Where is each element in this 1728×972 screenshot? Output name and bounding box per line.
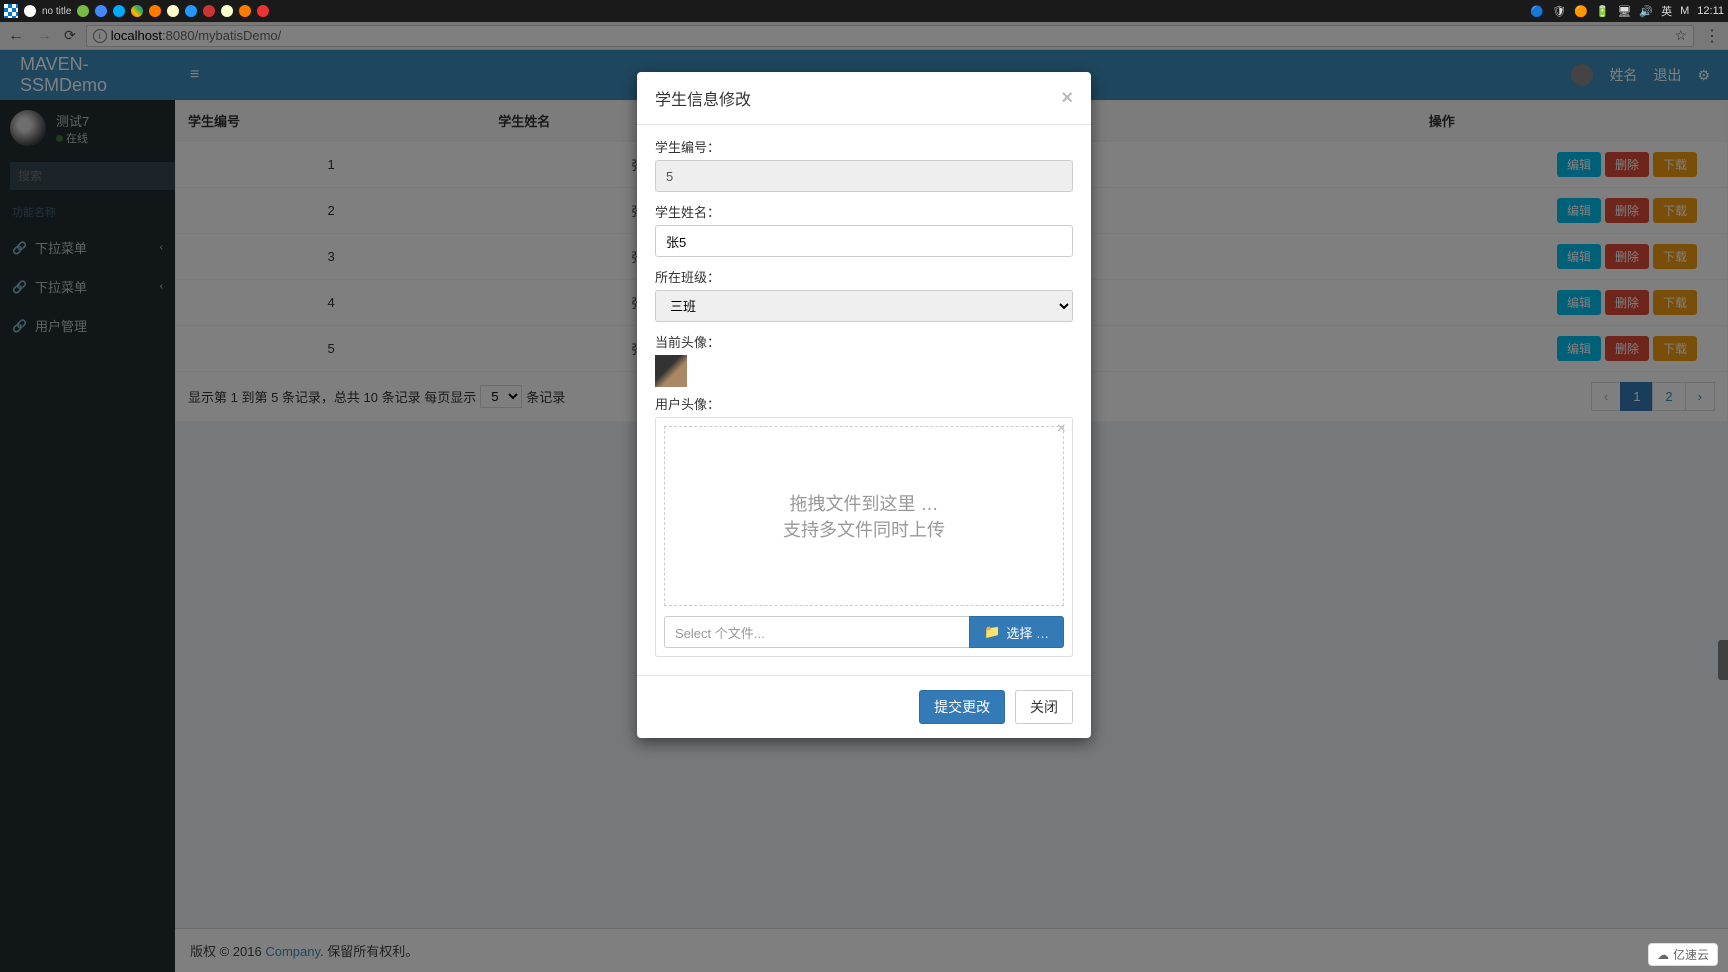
tray-icon[interactable]: 🔵	[1530, 5, 1544, 18]
tray-icon[interactable]: 🛡	[1552, 5, 1566, 18]
file-caption: Select 个文件...	[664, 616, 969, 648]
app-icon[interactable]	[257, 5, 269, 17]
cortana-icon[interactable]	[24, 5, 36, 17]
taskbar-title: no title	[42, 6, 71, 17]
file-select-button[interactable]: 📁 选择 …	[969, 616, 1064, 648]
tray-icon[interactable]: 🔋	[1596, 5, 1610, 18]
edit-student-modal: 学生信息修改 × 学生编号： 学生姓名： 所在班级： 三班 当前头像： 用户头像…	[637, 72, 1091, 738]
file-drop-zone[interactable]: 拖拽文件到这里 … 支持多文件同时上传	[664, 426, 1064, 606]
app-icon[interactable]	[203, 5, 215, 17]
app-icon[interactable]	[221, 5, 233, 17]
folder-icon: 📁	[984, 624, 1000, 640]
file-upload-panel: × 拖拽文件到这里 … 支持多文件同时上传 Select 个文件... 📁 选择…	[655, 417, 1073, 657]
input-student-id	[655, 160, 1073, 192]
cloud-icon: ☁	[1657, 948, 1669, 962]
tray-icon[interactable]: 🖥	[1617, 5, 1631, 18]
clock[interactable]: 12:11	[1697, 5, 1724, 17]
app-icon[interactable]	[77, 5, 89, 17]
submit-button[interactable]: 提交更改	[919, 690, 1005, 724]
app-icon[interactable]	[95, 5, 107, 17]
firefox-icon[interactable]	[239, 5, 251, 17]
side-float-tab[interactable]	[1718, 640, 1728, 680]
close-button[interactable]: 关闭	[1015, 690, 1073, 724]
ime-indicator[interactable]: 英	[1661, 3, 1672, 19]
tray-icon[interactable]: 🟠	[1574, 5, 1588, 18]
edge-icon[interactable]	[113, 5, 125, 17]
chrome-icon[interactable]	[131, 5, 143, 17]
tray-icon[interactable]: 🔊	[1639, 5, 1653, 18]
label-current-avatar: 当前头像：	[655, 332, 1073, 351]
label-class: 所在班级：	[655, 267, 1073, 286]
app-icon[interactable]	[185, 5, 197, 17]
firefox-icon[interactable]	[149, 5, 161, 17]
os-taskbar: no title 🔵 🛡 🟠 🔋 🖥 🔊 英 M 12:11	[0, 0, 1728, 22]
tray-icon[interactable]: M	[1680, 5, 1689, 17]
label-student-id: 学生编号：	[655, 137, 1073, 156]
modal-title: 学生信息修改	[655, 86, 751, 110]
start-icon[interactable]	[4, 4, 18, 18]
label-user-avatar: 用户头像：	[655, 394, 1073, 413]
watermark: ☁ 亿速云	[1648, 943, 1718, 966]
label-student-name: 学生姓名：	[655, 202, 1073, 221]
dropzone-close-icon[interactable]: ×	[1057, 420, 1066, 438]
modal-close-icon[interactable]: ×	[1061, 87, 1073, 110]
app-icon[interactable]	[167, 5, 179, 17]
current-avatar-thumb	[655, 355, 687, 387]
input-student-name[interactable]	[655, 225, 1073, 257]
select-class[interactable]: 三班	[655, 290, 1073, 322]
